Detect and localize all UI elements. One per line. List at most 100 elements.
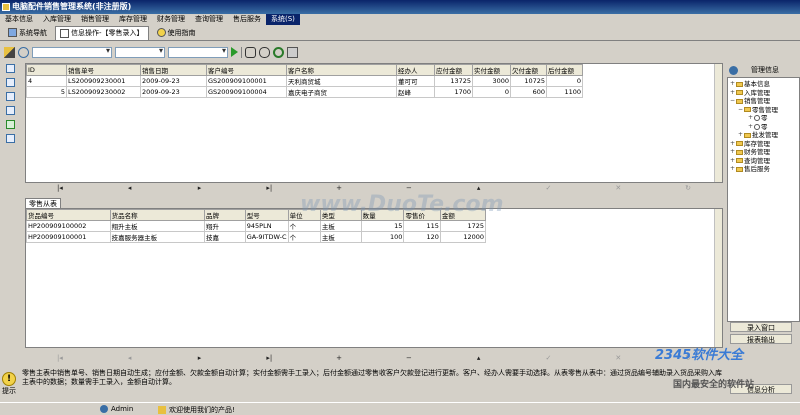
cell-type[interactable]: 主板	[319, 220, 362, 232]
cell-brand[interactable]: 技嘉	[204, 231, 246, 243]
nav-last-button[interactable]: ▸|	[263, 184, 275, 192]
add-record-icon[interactable]	[5, 64, 15, 73]
col-later-paid[interactable]: 后付金额	[546, 64, 583, 76]
nav-edit-button[interactable]: ▴	[473, 354, 485, 362]
tree-item[interactable]: + 售后服务	[728, 165, 799, 174]
nav-prev-button[interactable]: ◂	[124, 184, 136, 192]
edit-record-icon[interactable]	[5, 78, 15, 87]
menu-query[interactable]: 查询管理	[190, 14, 228, 25]
nav-next-button[interactable]: ▸	[193, 184, 205, 192]
tree-item[interactable]: + 基本信息	[728, 80, 799, 89]
cell-handler[interactable]: 董可可	[396, 75, 435, 87]
cell-brand[interactable]: 翔升	[204, 220, 246, 232]
col-paid[interactable]: 实付金额	[472, 64, 511, 76]
nav-post-button[interactable]: ✓	[542, 354, 554, 362]
entry-window-button[interactable]: 录入窗口	[730, 322, 792, 332]
trash-icon[interactable]	[5, 134, 15, 143]
nav-insert-button[interactable]: +	[333, 354, 345, 362]
col-model[interactable]: 型号	[244, 209, 289, 221]
nav-cancel-button[interactable]: ✕	[612, 184, 624, 192]
nav-refresh-button[interactable]: ↻	[682, 184, 694, 192]
run-icon[interactable]	[231, 47, 238, 57]
cell-payable[interactable]: 13725	[434, 75, 473, 87]
tree-item[interactable]: + 零	[728, 114, 799, 123]
menu-sales[interactable]: 销售管理	[76, 14, 114, 25]
cell-model[interactable]: 945PLN	[244, 220, 289, 232]
tab-system-nav[interactable]: 系统导航	[3, 26, 52, 40]
nav-last-button[interactable]: ▸|	[263, 354, 275, 362]
cell-handler[interactable]: 赵峰	[396, 86, 435, 98]
col-sale-no[interactable]: 销售单号	[66, 64, 141, 76]
tree-item[interactable]: + 入库管理	[728, 89, 799, 98]
binoculars-icon[interactable]	[245, 46, 256, 58]
col-owed[interactable]: 欠付金额	[510, 64, 547, 76]
col-id[interactable]: ID	[26, 64, 67, 76]
cell-later-paid[interactable]: 1100	[546, 86, 583, 98]
col-customer-name[interactable]: 客户名称	[286, 64, 397, 76]
field-select[interactable]	[32, 46, 112, 58]
cell-paid[interactable]: 0	[472, 86, 511, 98]
cell-paid[interactable]: 3000	[472, 75, 511, 87]
cell-owed[interactable]: 600	[510, 86, 547, 98]
cell-sale-no[interactable]: LS200909230002	[66, 86, 141, 98]
tree-item[interactable]: + 财务管理	[728, 148, 799, 157]
cell-unit[interactable]: 个	[287, 220, 321, 232]
detail-table-scrollbar[interactable]	[714, 209, 722, 347]
nav-delete-button[interactable]: −	[403, 184, 415, 192]
col-quantity[interactable]: 数量	[360, 209, 405, 221]
save-record-icon[interactable]	[5, 92, 15, 101]
operator-select[interactable]	[115, 46, 165, 58]
col-retail-price[interactable]: 零售价	[403, 209, 441, 221]
main-table-scrollbar[interactable]	[714, 64, 722, 182]
tab-user-guide[interactable]: 使用指南	[152, 26, 201, 40]
col-type[interactable]: 类型	[319, 209, 362, 221]
export-icon[interactable]	[5, 120, 15, 129]
col-brand[interactable]: 品牌	[204, 209, 246, 221]
nav-delete-button[interactable]: −	[403, 354, 415, 362]
col-item-no[interactable]: 货品编号	[26, 209, 111, 221]
nav-first-button[interactable]: |◂	[54, 354, 66, 362]
cell-item-name[interactable]: 技嘉服务器主板	[109, 231, 206, 243]
nav-next-button[interactable]: ▸	[193, 354, 205, 362]
cell-amount[interactable]: 1725	[439, 220, 487, 232]
cell-type[interactable]: 主板	[319, 231, 362, 243]
nav-edit-button[interactable]: ▴	[473, 184, 485, 192]
tree-item[interactable]: − 销售管理	[728, 97, 799, 106]
cell-payable[interactable]: 1700	[434, 86, 473, 98]
cell-customer-no[interactable]: GS200909100001	[206, 75, 287, 87]
menu-basic-info[interactable]: 基本信息	[0, 14, 38, 25]
nav-first-button[interactable]: |◂	[54, 184, 66, 192]
nav-prev-button[interactable]: ◂	[124, 354, 136, 362]
cell-quantity[interactable]: 100	[360, 231, 405, 243]
col-unit[interactable]: 单位	[287, 209, 321, 221]
cell-model[interactable]: GA-9ITDW-C	[244, 231, 289, 243]
cell-amount[interactable]: 12000	[439, 231, 487, 243]
delete-record-icon[interactable]	[5, 106, 15, 115]
table-row[interactable]: HP200909100002 翔升主板 翔升 945PLN 个 主板 15 11…	[26, 220, 487, 232]
tree-item[interactable]: + 库存管理	[728, 140, 799, 149]
refresh-icon[interactable]	[273, 46, 284, 58]
cell-sale-no[interactable]: LS200909230001	[66, 75, 141, 87]
find-icon[interactable]	[18, 46, 29, 58]
col-payable[interactable]: 应付金额	[434, 64, 473, 76]
search-icon[interactable]	[259, 46, 270, 58]
nav-post-button[interactable]: ✓	[542, 184, 554, 192]
col-sale-date[interactable]: 销售日期	[140, 64, 207, 76]
menu-after-sales[interactable]: 售后服务	[228, 14, 266, 25]
menu-inbound[interactable]: 入库管理	[38, 14, 76, 25]
cell-customer-no[interactable]: GS200909100004	[206, 86, 287, 98]
cell-retail-price[interactable]: 120	[403, 231, 441, 243]
cell-customer-name[interactable]: 天利商贸城	[286, 75, 397, 87]
cell-retail-price[interactable]: 115	[403, 220, 441, 232]
col-customer-no[interactable]: 客户编号	[206, 64, 287, 76]
tab-retail-detail[interactable]: 零售从表	[25, 198, 61, 208]
col-handler[interactable]: 经办人	[396, 64, 435, 76]
tab-info-operation[interactable]: 信息操作-【零售录入】	[55, 25, 149, 40]
table-row[interactable]: 5 LS200909230002 2009-09-23 GS2009091000…	[26, 86, 583, 98]
cell-sale-date[interactable]: 2009-09-23	[140, 75, 207, 87]
report-output-button[interactable]: 报表输出	[730, 334, 792, 344]
cell-sale-date[interactable]: 2009-09-23	[140, 86, 207, 98]
tree-item[interactable]: − 零售管理	[728, 106, 799, 115]
pencil-icon[interactable]	[4, 46, 15, 58]
nav-insert-button[interactable]: +	[333, 184, 345, 192]
